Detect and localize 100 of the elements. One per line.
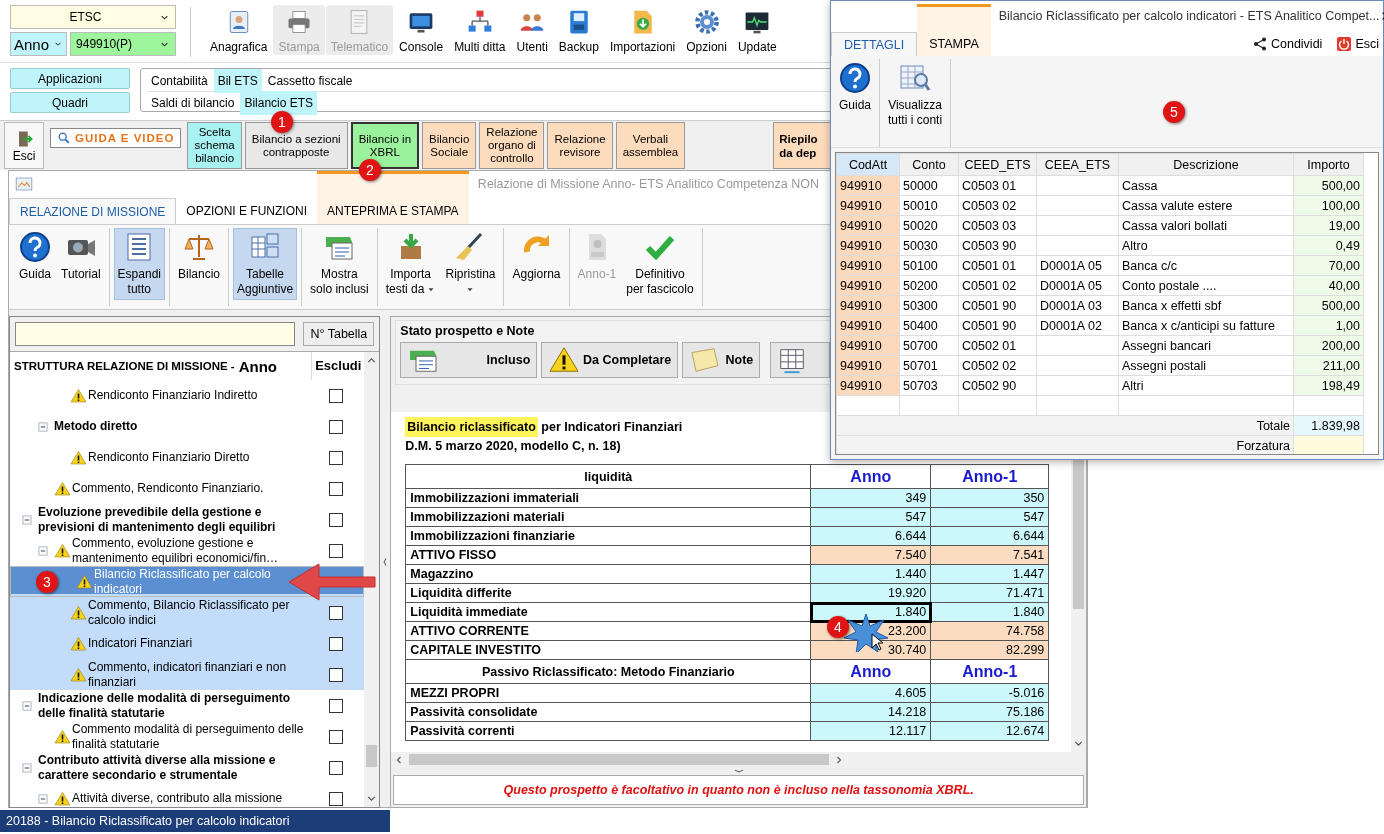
tree-item[interactable]: Commento, Rendiconto Finanziario. — [10, 473, 365, 504]
tree-item[interactable]: Evoluzione prevedibile della gestione e previsioni di mantenimento degli equilibri — [10, 504, 365, 535]
ribbon-button[interactable]: Guida — [15, 228, 56, 300]
tree-item[interactable]: Commento, evoluzione gestione e mantenimento equilibri economici/fin… — [10, 535, 365, 566]
checkbox[interactable] — [329, 481, 344, 496]
year-select[interactable]: Anno — [10, 32, 68, 56]
ribbon-button[interactable]: Visualizza tutti i conti — [884, 59, 947, 131]
toolbar-button[interactable]: Update — [732, 5, 782, 55]
checkbox[interactable] — [329, 419, 344, 434]
toolbar-button[interactable]: Multi ditta — [449, 5, 511, 55]
table-cell: Cassa valute estere — [1118, 195, 1294, 216]
checkbox[interactable] — [329, 760, 344, 775]
search-field[interactable] — [15, 322, 296, 346]
module-tab[interactable]: Relazione revisore — [547, 122, 613, 169]
action-button[interactable]: Esci — [1332, 35, 1383, 52]
toolbar-button[interactable]: Importazioni — [604, 5, 681, 55]
table-cell: D0001A 05 — [1036, 255, 1119, 276]
module-tab[interactable]: Bilancio Sociale — [422, 122, 477, 169]
tree-item[interactable]: Indicatori Finanziari — [10, 628, 365, 659]
table-cell: 949910 — [836, 235, 900, 256]
scrollbar[interactable] — [391, 752, 1086, 767]
status-button[interactable]: Incluso — [400, 342, 538, 378]
tree-item[interactable]: Rendiconto Finanziario Diretto — [10, 442, 365, 473]
ribbon-button[interactable]: Bilancio — [174, 228, 224, 300]
checkbox[interactable] — [329, 698, 344, 713]
row-label: ATTIVO CORRENTE — [405, 621, 811, 641]
checkbox[interactable] — [329, 605, 344, 620]
ribbon-button[interactable]: Definitivo per fascicolo — [622, 228, 698, 300]
tree-item[interactable]: Metodo diretto — [10, 411, 365, 442]
company-select[interactable]: ETSC — [10, 5, 176, 29]
tree-item[interactable]: Attività diverse, contributo alla missione — [10, 783, 365, 807]
row-label: Immobilizzazioni materiali — [405, 507, 811, 527]
column-header[interactable]: CEEA_ETS — [1036, 153, 1119, 176]
column-header[interactable]: Conto — [899, 153, 959, 176]
nav-item[interactable]: Bilancio ETS — [240, 90, 318, 115]
scrollbar[interactable] — [364, 352, 380, 807]
status-button[interactable]: Da Completare — [541, 342, 679, 378]
menu-button[interactable]: Applicazioni — [10, 68, 130, 89]
toolbar-button[interactable]: Anagrafica — [205, 5, 273, 55]
toolbar-button[interactable]: Utenti — [511, 5, 553, 55]
nav-item[interactable]: Saldi di bilancio — [147, 94, 239, 111]
checkbox[interactable] — [329, 450, 344, 465]
tab[interactable]: STAMPA — [917, 4, 991, 56]
toolbar-button[interactable]: Console — [394, 5, 449, 55]
toolbar-button[interactable]: Backup — [553, 5, 604, 55]
tree-item[interactable]: Rendiconto Finanziario Indiretto — [10, 380, 365, 411]
ribbon-button[interactable]: Tabelle Aggiuntive — [233, 228, 298, 300]
module-tab[interactable]: Relazione organo di controllo — [479, 122, 545, 169]
grid-button[interactable] — [770, 342, 831, 378]
table-cell: Banca c/c — [1118, 255, 1294, 276]
checkbox[interactable] — [329, 729, 344, 744]
click-burst-icon — [842, 612, 890, 652]
column-header[interactable]: CodAtt — [836, 153, 900, 176]
help-icon — [19, 231, 51, 263]
warning-icon — [70, 387, 87, 404]
table-cell: Assegni postali — [1118, 355, 1294, 376]
column-header[interactable]: Descrizione — [1118, 153, 1294, 176]
table-number-button[interactable]: N° Tabella — [303, 322, 375, 346]
ribbon-button[interactable]: Importa testi da — [381, 228, 440, 300]
toolbar-button[interactable]: Opzioni — [681, 5, 732, 55]
company-code-select[interactable]: 949910(P) — [70, 32, 176, 56]
help-icon — [839, 62, 871, 94]
ribbon-button[interactable]: Tutorial — [57, 228, 105, 300]
exit-button[interactable]: Esci — [4, 122, 44, 169]
ribbon-button[interactable]: Mostra solo inclusi — [306, 228, 373, 300]
ribbon-button[interactable]: Aggiorna — [508, 228, 565, 300]
column-header: Anno — [810, 659, 931, 684]
column-header: Anno-1 — [930, 464, 1049, 489]
status-button[interactable]: Note — [682, 342, 761, 378]
search-icon — [57, 131, 71, 145]
table-cell: C0502 01 — [958, 335, 1037, 356]
action-button[interactable]: Condividi — [1247, 35, 1327, 52]
tree-item[interactable]: Commento modalità di perseguimento delle finalità statutarie — [10, 721, 365, 752]
table-cell: Altri — [1118, 375, 1294, 396]
tab[interactable]: RELAZIONE DI MISSIONE — [9, 198, 177, 224]
ribbon-button[interactable]: Ripristina — [441, 228, 500, 300]
menu-button[interactable]: Quadri — [10, 92, 130, 113]
nav-item[interactable]: Contabilità — [147, 72, 212, 89]
nav-item[interactable]: Bil ETS — [213, 68, 262, 93]
tree-item[interactable]: Contributo attività diverse alla missione e carattere secondario e strumentale — [10, 752, 365, 783]
checkbox[interactable] — [329, 388, 344, 403]
tree-item[interactable]: Commento, Bilancio Riclassificato per calcolo indici — [10, 597, 365, 628]
tree-item[interactable]: Indicazione delle modalità di perseguimento delle finalità statutarie — [10, 690, 365, 721]
table-cell: 949910 — [836, 295, 900, 316]
tab[interactable]: OPZIONI E FUNZIONI — [176, 198, 318, 224]
tree-item[interactable]: Commento, indicatori finanziari e non finanziari — [10, 659, 365, 690]
module-tab[interactable]: Verbali assemblea — [615, 122, 686, 169]
checkbox[interactable] — [329, 667, 344, 682]
nav-item[interactable]: Cassetto fiscale — [263, 72, 357, 89]
ribbon-button[interactable]: Espandi tutto — [113, 228, 165, 300]
scroll-thumb[interactable] — [366, 745, 378, 767]
scroll-thumb[interactable] — [409, 754, 830, 765]
checkbox[interactable] — [329, 636, 344, 651]
column-header[interactable]: CEED_ETS — [958, 153, 1037, 176]
checkbox[interactable] — [329, 543, 344, 558]
module-tab[interactable]: Scelta schema bilancio — [187, 122, 242, 169]
column-header[interactable]: Importo — [1293, 153, 1364, 176]
checkbox[interactable] — [329, 512, 344, 527]
tab[interactable]: DETTAGLI — [831, 32, 918, 56]
checkbox[interactable] — [329, 791, 344, 806]
